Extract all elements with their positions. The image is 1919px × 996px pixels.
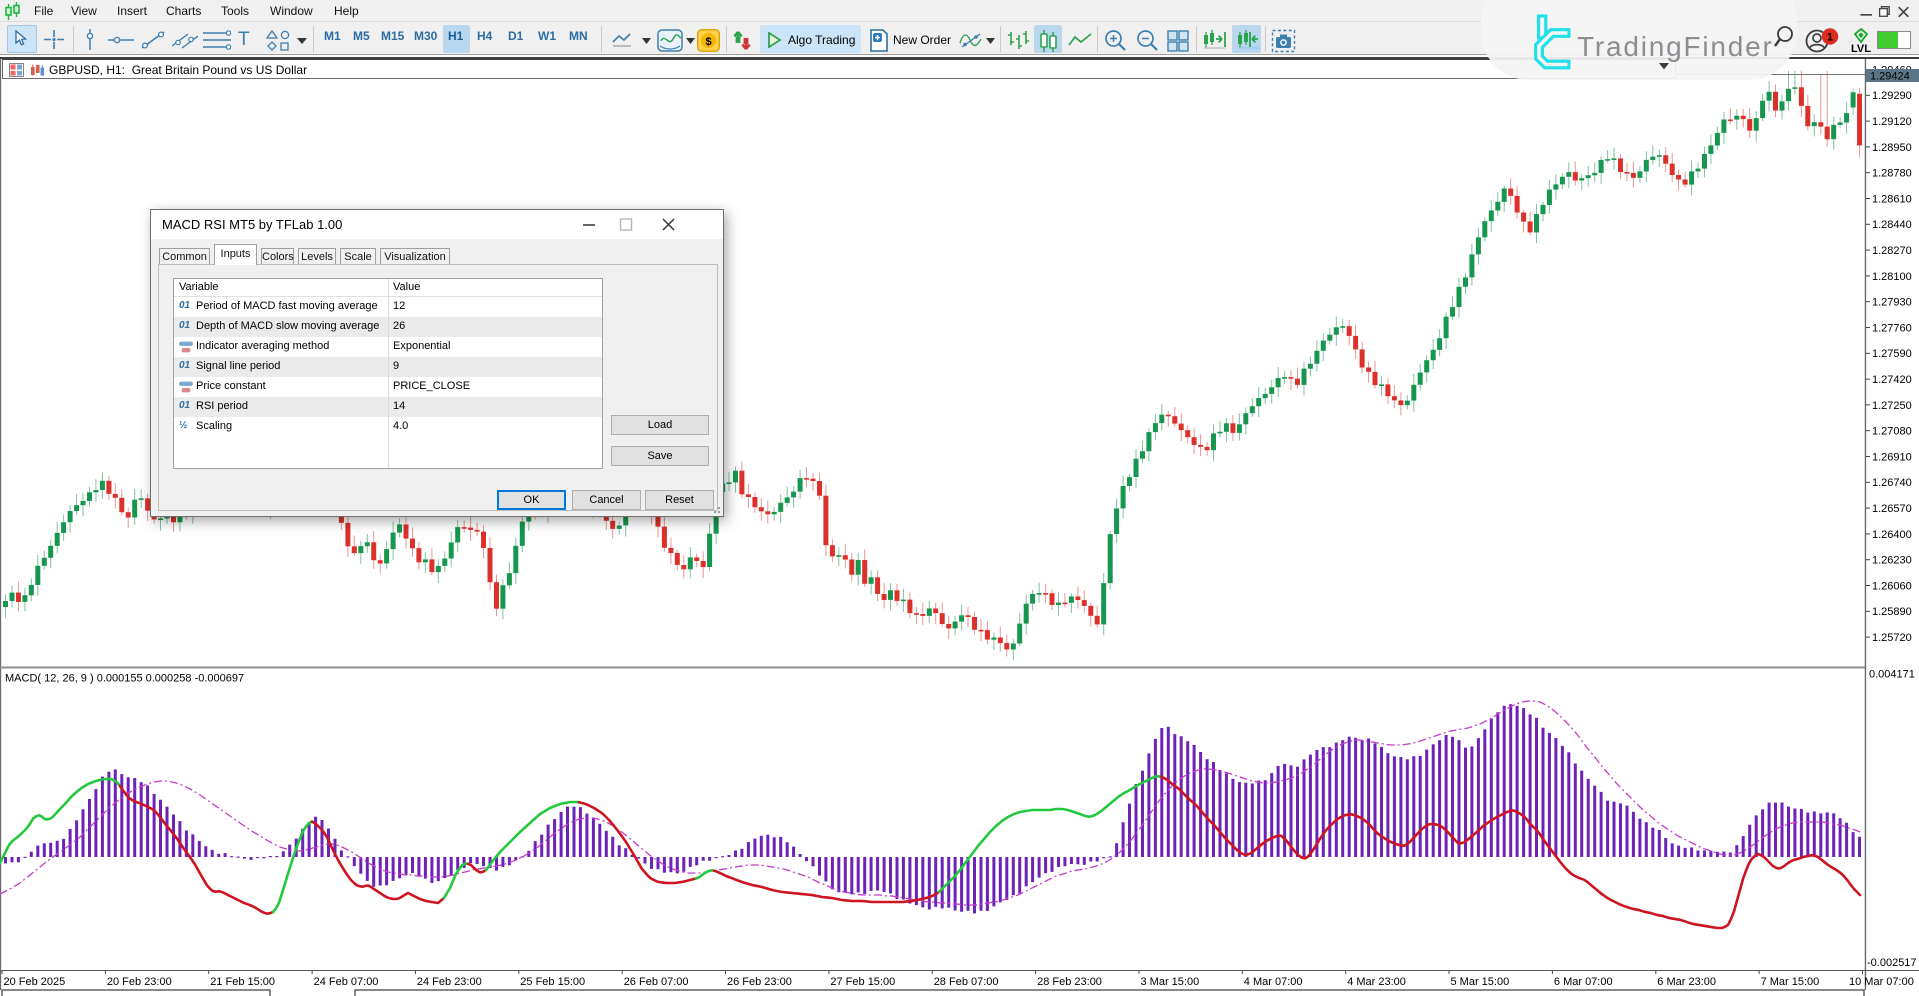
svg-text:1: 1 [1827,32,1833,44]
svg-text:3 Mar 15:00: 3 Mar 15:00 [1141,976,1200,988]
svg-text:28 Feb 07:00: 28 Feb 07:00 [934,976,999,988]
svg-text:5 Mar 15:00: 5 Mar 15:00 [1451,976,1510,988]
svg-text:-0.002517: -0.002517 [1867,957,1917,969]
svg-text:MACD( 12, 26, 9 ) 0.000155 0.0: MACD( 12, 26, 9 ) 0.000155 0.000258 -0.0… [5,673,244,685]
svg-text:10 Mar 07:00: 10 Mar 07:00 [1849,976,1914,988]
svg-text:1.28610: 1.28610 [1872,193,1912,205]
svg-text:26 Feb 23:00: 26 Feb 23:00 [727,976,792,988]
svg-text:25 Feb 15:00: 25 Feb 15:00 [520,976,585,988]
svg-text:1.27250: 1.27250 [1872,400,1912,412]
svg-text:1.26910: 1.26910 [1872,451,1912,463]
svg-text:24 Feb 23:00: 24 Feb 23:00 [417,976,482,988]
svg-text:4 Mar 07:00: 4 Mar 07:00 [1244,976,1303,988]
svg-text:1.27760: 1.27760 [1872,322,1912,334]
svg-text:1.27080: 1.27080 [1872,426,1912,438]
svg-text:20 Feb 2025: 20 Feb 2025 [4,976,66,988]
svg-text:21 Feb 15:00: 21 Feb 15:00 [210,976,275,988]
svg-text:$: $ [705,36,711,48]
svg-text:1.29120: 1.29120 [1872,116,1912,128]
svg-text:20 Feb 23:00: 20 Feb 23:00 [107,976,172,988]
svg-text:6 Mar 23:00: 6 Mar 23:00 [1657,976,1716,988]
svg-text:1.28100: 1.28100 [1872,271,1912,283]
svg-text:1.26060: 1.26060 [1872,580,1912,592]
svg-text:1.25890: 1.25890 [1872,606,1912,618]
svg-text:1.28440: 1.28440 [1872,219,1912,231]
svg-text:1.27590: 1.27590 [1872,348,1912,360]
svg-text:28 Feb 23:00: 28 Feb 23:00 [1037,976,1102,988]
svg-text:0.004171: 0.004171 [1869,669,1915,681]
svg-text:26 Feb 07:00: 26 Feb 07:00 [624,976,689,988]
svg-text:24 Feb 07:00: 24 Feb 07:00 [314,976,379,988]
svg-text:1.29290: 1.29290 [1872,90,1912,102]
svg-text:7 Mar 15:00: 7 Mar 15:00 [1761,976,1820,988]
svg-text:1.27420: 1.27420 [1872,374,1912,386]
svg-text:1.26570: 1.26570 [1872,503,1912,515]
svg-text:1.26400: 1.26400 [1872,529,1912,541]
svg-text:27 Feb 15:00: 27 Feb 15:00 [830,976,895,988]
svg-text:1.28950: 1.28950 [1872,142,1912,154]
svg-text:1.29424: 1.29424 [1870,71,1910,83]
svg-text:1.27930: 1.27930 [1872,297,1912,309]
svg-text:LVL: LVL [1851,43,1871,54]
svg-text:1.26230: 1.26230 [1872,555,1912,567]
svg-text:1.28270: 1.28270 [1872,245,1912,257]
svg-text:1.28780: 1.28780 [1872,168,1912,180]
svg-text:6 Mar 07:00: 6 Mar 07:00 [1554,976,1613,988]
svg-text:1.26740: 1.26740 [1872,477,1912,489]
svg-text:4 Mar 23:00: 4 Mar 23:00 [1347,976,1406,988]
svg-text:1.25720: 1.25720 [1872,632,1912,644]
